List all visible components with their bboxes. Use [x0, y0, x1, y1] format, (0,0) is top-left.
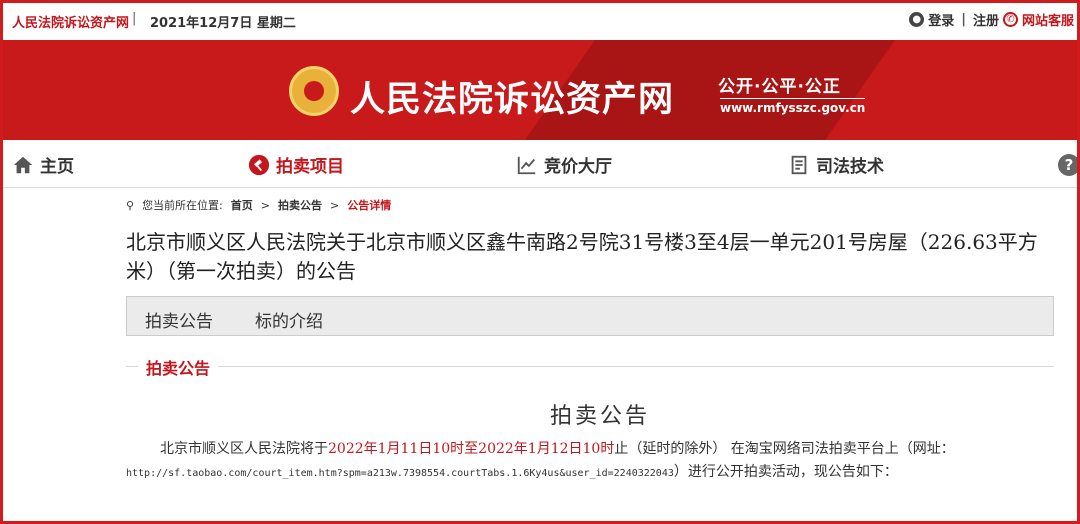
auction-url-link[interactable]: http://sf.taobao.com/court_item.htm?spm=…	[126, 468, 674, 479]
content-tabs: 拍卖公告 标的介绍	[126, 296, 1054, 336]
nav-item-auction[interactable]: 拍卖项目	[248, 152, 344, 177]
nav-tech-label: 司法技术	[816, 157, 884, 177]
section-heading: 拍卖公告	[126, 355, 1054, 379]
nav-item-judicial-tech[interactable]: 司法技术	[788, 152, 884, 177]
top-bar: 人民法院诉讼资产网 | 2021年12月7日 星期二 ● 登录 | 注册 ✆ 网…	[0, 0, 1080, 40]
home-icon	[13, 156, 33, 173]
user-actions: ● 登录 | 注册 ✆ 网站客服	[909, 10, 1074, 29]
section-label: 拍卖公告	[138, 355, 219, 379]
notice-title: 拍卖公告	[549, 404, 650, 429]
help-icon[interactable]: ?	[1058, 154, 1080, 176]
location-pin-icon: ⚲	[126, 198, 135, 212]
body-part-1: 北京市顺义区人民法院将于	[160, 441, 328, 457]
banner-title: 人民法院诉讼资产网	[350, 80, 675, 120]
breadcrumb: ⚲ 您当前所在位置: 首页 > 拍卖公告 > 公告详情	[126, 197, 391, 213]
user-icon: ●	[909, 12, 925, 27]
breadcrumb-current: 公告详情	[347, 199, 392, 212]
court-emblem-icon	[289, 66, 339, 116]
nav-item-bidding-hall[interactable]: 竞价大厅	[516, 152, 612, 177]
nav-item-home[interactable]: 主页	[12, 152, 74, 177]
breadcrumb-notice[interactable]: 拍卖公告	[278, 197, 322, 213]
register-link[interactable]: 注册	[973, 10, 999, 29]
breadcrumb-arrow-1: >	[260, 198, 270, 212]
page-title: 北京市顺义区人民法院关于北京市顺义区鑫牛南路2号院31号楼3至4层一单元201号…	[126, 230, 1038, 283]
login-link[interactable]: 登录	[928, 10, 954, 29]
banner-url: www.rmfysszc.gov.cn	[720, 98, 866, 115]
current-date: 2021年12月7日 星期二	[150, 16, 296, 31]
nav-auction-label: 拍卖项目	[276, 157, 344, 177]
trend-chart-icon	[517, 156, 536, 174]
section-divider	[126, 366, 1054, 367]
body-part-3: ）进行公开拍卖活动，现公告如下：	[673, 464, 898, 480]
breadcrumb-arrow-2: >	[330, 198, 340, 212]
nav-home-label: 主页	[40, 157, 74, 177]
site-name-link[interactable]: 人民法院诉讼资产网	[12, 12, 129, 31]
login-divider: |	[961, 12, 966, 27]
customer-service-link[interactable]: 网站客服	[1022, 10, 1074, 29]
main-nav: 主页 拍卖项目 竞价大厅 司法技术 ?	[0, 140, 1080, 188]
banner-slogan: 公开·公平·公正	[718, 77, 841, 97]
tab-item-intro[interactable]: 标的介绍	[255, 307, 323, 332]
breadcrumb-home[interactable]: 首页	[231, 197, 253, 213]
body-part-2: 止（延时的除外） 在淘宝网络司法拍卖平台上（网址：	[614, 441, 955, 457]
breadcrumb-prefix: 您当前所在位置:	[142, 199, 223, 212]
phone-icon: ✆	[1002, 12, 1018, 27]
top-separator: |	[132, 11, 137, 26]
nav-hall-label: 竞价大厅	[544, 157, 612, 177]
document-icon	[791, 155, 807, 174]
tab-auction-notice[interactable]: 拍卖公告	[145, 307, 213, 332]
notice-body: 北京市顺义区人民法院将于2022年1月11日10时至2022年1月12日10时止…	[126, 438, 1054, 485]
auction-time-range: 2022年1月11日10时至2022年1月12日10时	[328, 441, 615, 457]
site-banner: 人民法院诉讼资产网 公开·公平·公正 www.rmfysszc.gov.cn	[0, 40, 1080, 140]
gavel-icon	[248, 154, 270, 175]
